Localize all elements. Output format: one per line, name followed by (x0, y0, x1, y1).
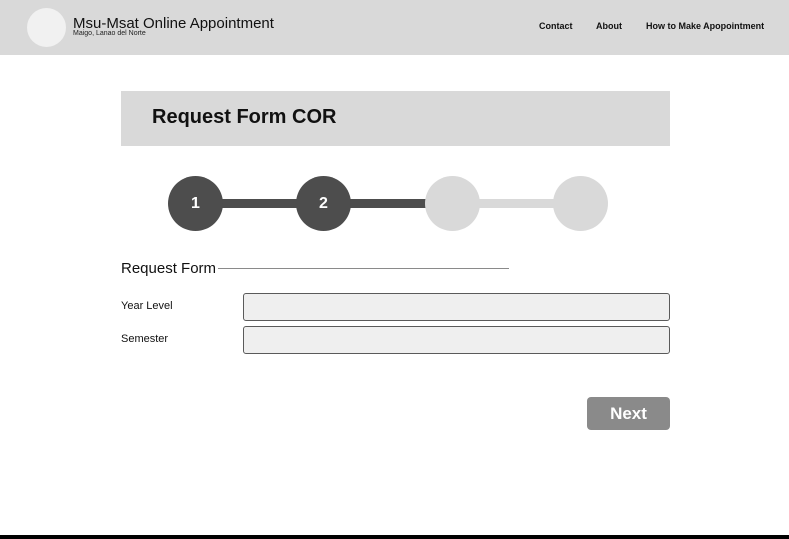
stepper-connector-2 (350, 199, 430, 208)
stepper-connector-3 (478, 199, 558, 208)
step-1[interactable]: 1 (168, 176, 223, 231)
step-3[interactable] (425, 176, 480, 231)
page-title-banner: Request Form COR (121, 91, 670, 146)
nav-link-how-to[interactable]: How to Make Apopointment (646, 21, 764, 31)
year-level-label: Year Level (121, 300, 173, 312)
step-1-label: 1 (191, 194, 200, 212)
nav-link-about[interactable]: About (596, 21, 622, 31)
step-2[interactable]: 2 (296, 176, 351, 231)
top-navbar: Msu-Msat Online Appointment Maigo, Lanao… (0, 0, 789, 55)
section-divider (218, 268, 509, 269)
nav-link-contact[interactable]: Contact (539, 21, 573, 31)
bottom-border (0, 535, 789, 539)
app-subtitle: Maigo, Lanao del Norte (73, 30, 146, 37)
stepper-connector-1 (222, 199, 302, 208)
logo-placeholder[interactable] (27, 8, 66, 47)
year-level-input[interactable] (243, 293, 670, 321)
semester-label: Semester (121, 333, 169, 345)
next-button[interactable]: Next (587, 397, 670, 430)
page-title: Request Form COR (152, 106, 337, 128)
step-4[interactable] (553, 176, 608, 231)
semester-input[interactable] (243, 326, 670, 354)
form-section-title: Request Form (121, 260, 217, 277)
step-2-label: 2 (319, 194, 328, 212)
